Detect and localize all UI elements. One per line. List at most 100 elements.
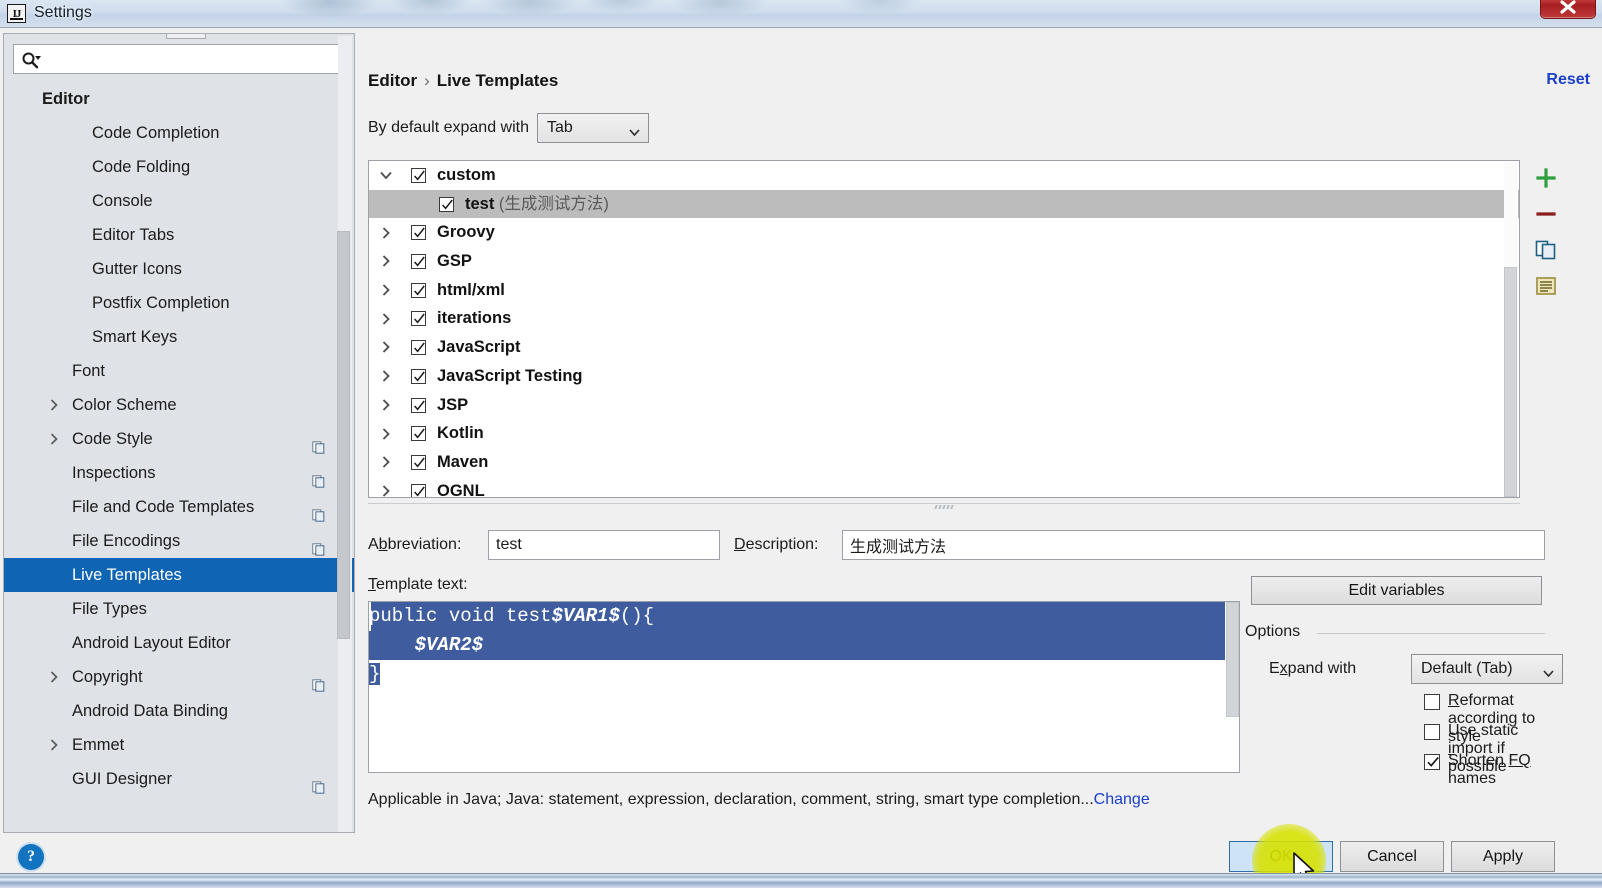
close-icon[interactable] (1540, 0, 1596, 19)
template-row[interactable]: JavaScript Testing (369, 362, 1519, 391)
chevron-right-icon[interactable] (379, 448, 393, 477)
chevron-right-icon[interactable] (379, 304, 393, 333)
options-expand-with-row: Expand with (1269, 660, 1356, 678)
chevron-right-icon[interactable] (50, 433, 62, 445)
apply-button[interactable]: Apply (1451, 841, 1555, 872)
template-text-editor[interactable]: public void test$VAR1$(){ $VAR2$ } (368, 601, 1240, 773)
sidebar-item-file-types[interactable]: File Types (4, 592, 354, 626)
shorten-fq-checkbox[interactable] (1424, 754, 1440, 770)
sidebar-item-inspections[interactable]: Inspections (4, 456, 354, 490)
sidebar-item-font[interactable]: Font (4, 354, 354, 388)
sidebar-item-label: Code Folding (92, 158, 191, 176)
template-row[interactable]: test (生成测试方法) (369, 189, 1519, 219)
restore-defaults-button[interactable] (1524, 268, 1568, 304)
sidebar-item-color-scheme[interactable]: Color Scheme (4, 388, 354, 422)
sidebar-item-android-layout-editor[interactable]: Android Layout Editor (4, 626, 354, 660)
sidebar-item-code-style[interactable]: Code Style (4, 422, 354, 456)
editor-scrollbar[interactable] (1225, 602, 1239, 772)
chevron-right-icon[interactable] (379, 333, 393, 362)
sidebar-item-console[interactable]: Console (4, 184, 354, 218)
options-expand-with-select[interactable]: Default (Tab) (1411, 654, 1563, 684)
templates-scrollbar[interactable] (1504, 162, 1518, 497)
cancel-button[interactable]: Cancel (1340, 841, 1444, 872)
panel-splitter[interactable] (368, 503, 1520, 511)
sidebar-item-editor[interactable]: Editor (4, 82, 354, 116)
sidebar-item-smart-keys[interactable]: Smart Keys (4, 320, 354, 354)
template-checkbox[interactable] (439, 196, 454, 212)
description-input[interactable] (842, 530, 1545, 560)
copy-settings-icon[interactable] (312, 432, 325, 454)
chevron-right-icon[interactable] (50, 399, 62, 411)
sidebar-item-code-folding[interactable]: Code Folding (4, 150, 354, 184)
sidebar-item-copyright[interactable]: Copyright (4, 660, 354, 694)
sidebar-item-code-completion[interactable]: Code Completion (4, 116, 354, 150)
template-row[interactable]: custom (369, 161, 1519, 190)
template-checkbox[interactable] (411, 340, 426, 356)
template-checkbox[interactable] (411, 426, 426, 442)
template-row[interactable]: Maven (369, 448, 1519, 477)
search-box[interactable] (13, 44, 343, 75)
chevron-down-icon[interactable] (379, 161, 393, 190)
live-templates-tree[interactable]: custom test (生成测试方法) Groovy GSP html/xml iter… (368, 160, 1520, 498)
chevron-right-icon[interactable] (379, 419, 393, 448)
chevron-right-icon[interactable] (50, 739, 62, 751)
sidebar-item-emmet[interactable]: Emmet (4, 728, 354, 762)
chevron-right-icon[interactable] (379, 218, 393, 247)
chevron-right-icon[interactable] (379, 276, 393, 305)
templates-scrollbar-thumb[interactable] (1504, 267, 1517, 497)
template-checkbox[interactable] (411, 168, 426, 183)
sidebar-item-editor-tabs[interactable]: Editor Tabs (4, 218, 354, 252)
template-row[interactable]: OGNL (369, 477, 1519, 497)
chevron-right-icon[interactable] (379, 391, 393, 420)
copy-settings-icon[interactable] (312, 500, 325, 522)
default-expand-select[interactable]: Tab (537, 113, 649, 143)
static-import-checkbox[interactable] (1424, 724, 1440, 740)
sidebar-scrollbar-thumb[interactable] (337, 231, 350, 639)
change-context-link[interactable]: Change (1094, 791, 1150, 808)
edit-variables-button[interactable]: Edit variables (1251, 576, 1542, 605)
template-checkbox[interactable] (411, 368, 426, 384)
editor-scrollbar-thumb[interactable] (1226, 602, 1239, 717)
template-checkbox[interactable] (411, 225, 426, 241)
copy-settings-icon[interactable] (312, 466, 325, 488)
reformat-checkbox[interactable] (1424, 694, 1440, 710)
template-row[interactable]: html/xml (369, 276, 1519, 305)
template-row[interactable]: JavaScript (369, 333, 1519, 362)
sidebar-item-file-encodings[interactable]: File Encodings (4, 524, 354, 558)
add-template-button[interactable] (1524, 160, 1568, 196)
chevron-right-icon[interactable] (50, 671, 62, 683)
sidebar-item-file-and-code-templates[interactable]: File and Code Templates (4, 490, 354, 524)
copy-settings-icon[interactable] (312, 670, 325, 692)
template-row[interactable]: Kotlin (369, 419, 1519, 448)
sidebar-scrollbar[interactable] (337, 36, 352, 832)
sidebar-item-gutter-icons[interactable]: Gutter Icons (4, 252, 354, 286)
search-input[interactable] (48, 45, 342, 75)
shorten-fq-label[interactable]: Shorten FQ names (1448, 752, 1545, 788)
copy-settings-icon[interactable] (312, 772, 325, 794)
template-checkbox[interactable] (411, 397, 426, 413)
template-checkbox[interactable] (411, 311, 426, 327)
copy-settings-icon[interactable] (312, 534, 325, 556)
abbreviation-input[interactable] (488, 530, 720, 560)
breadcrumb-root[interactable]: Editor (368, 71, 417, 90)
remove-template-button[interactable] (1524, 196, 1568, 232)
template-checkbox[interactable] (411, 454, 426, 470)
template-row[interactable]: iterations (369, 304, 1519, 333)
sidebar-item-gui-designer[interactable]: GUI Designer (4, 762, 354, 796)
sidebar-item-live-templates[interactable]: Live Templates (4, 558, 354, 592)
chevron-right-icon[interactable] (379, 247, 393, 276)
template-checkbox[interactable] (411, 254, 426, 270)
reset-link[interactable]: Reset (1546, 71, 1590, 89)
ok-button[interactable]: OK (1229, 841, 1333, 872)
help-button[interactable]: ? (18, 844, 44, 870)
template-row[interactable]: Groovy (369, 218, 1519, 247)
chevron-right-icon[interactable] (379, 362, 393, 391)
template-checkbox[interactable] (411, 483, 426, 497)
template-row[interactable]: GSP (369, 247, 1519, 276)
template-checkbox[interactable] (411, 282, 426, 298)
sidebar-item-android-data-binding[interactable]: Android Data Binding (4, 694, 354, 728)
chevron-right-icon[interactable] (379, 477, 393, 497)
sidebar-item-postfix-completion[interactable]: Postfix Completion (4, 286, 354, 320)
template-row[interactable]: JSP (369, 391, 1519, 420)
duplicate-template-button[interactable] (1524, 232, 1568, 268)
